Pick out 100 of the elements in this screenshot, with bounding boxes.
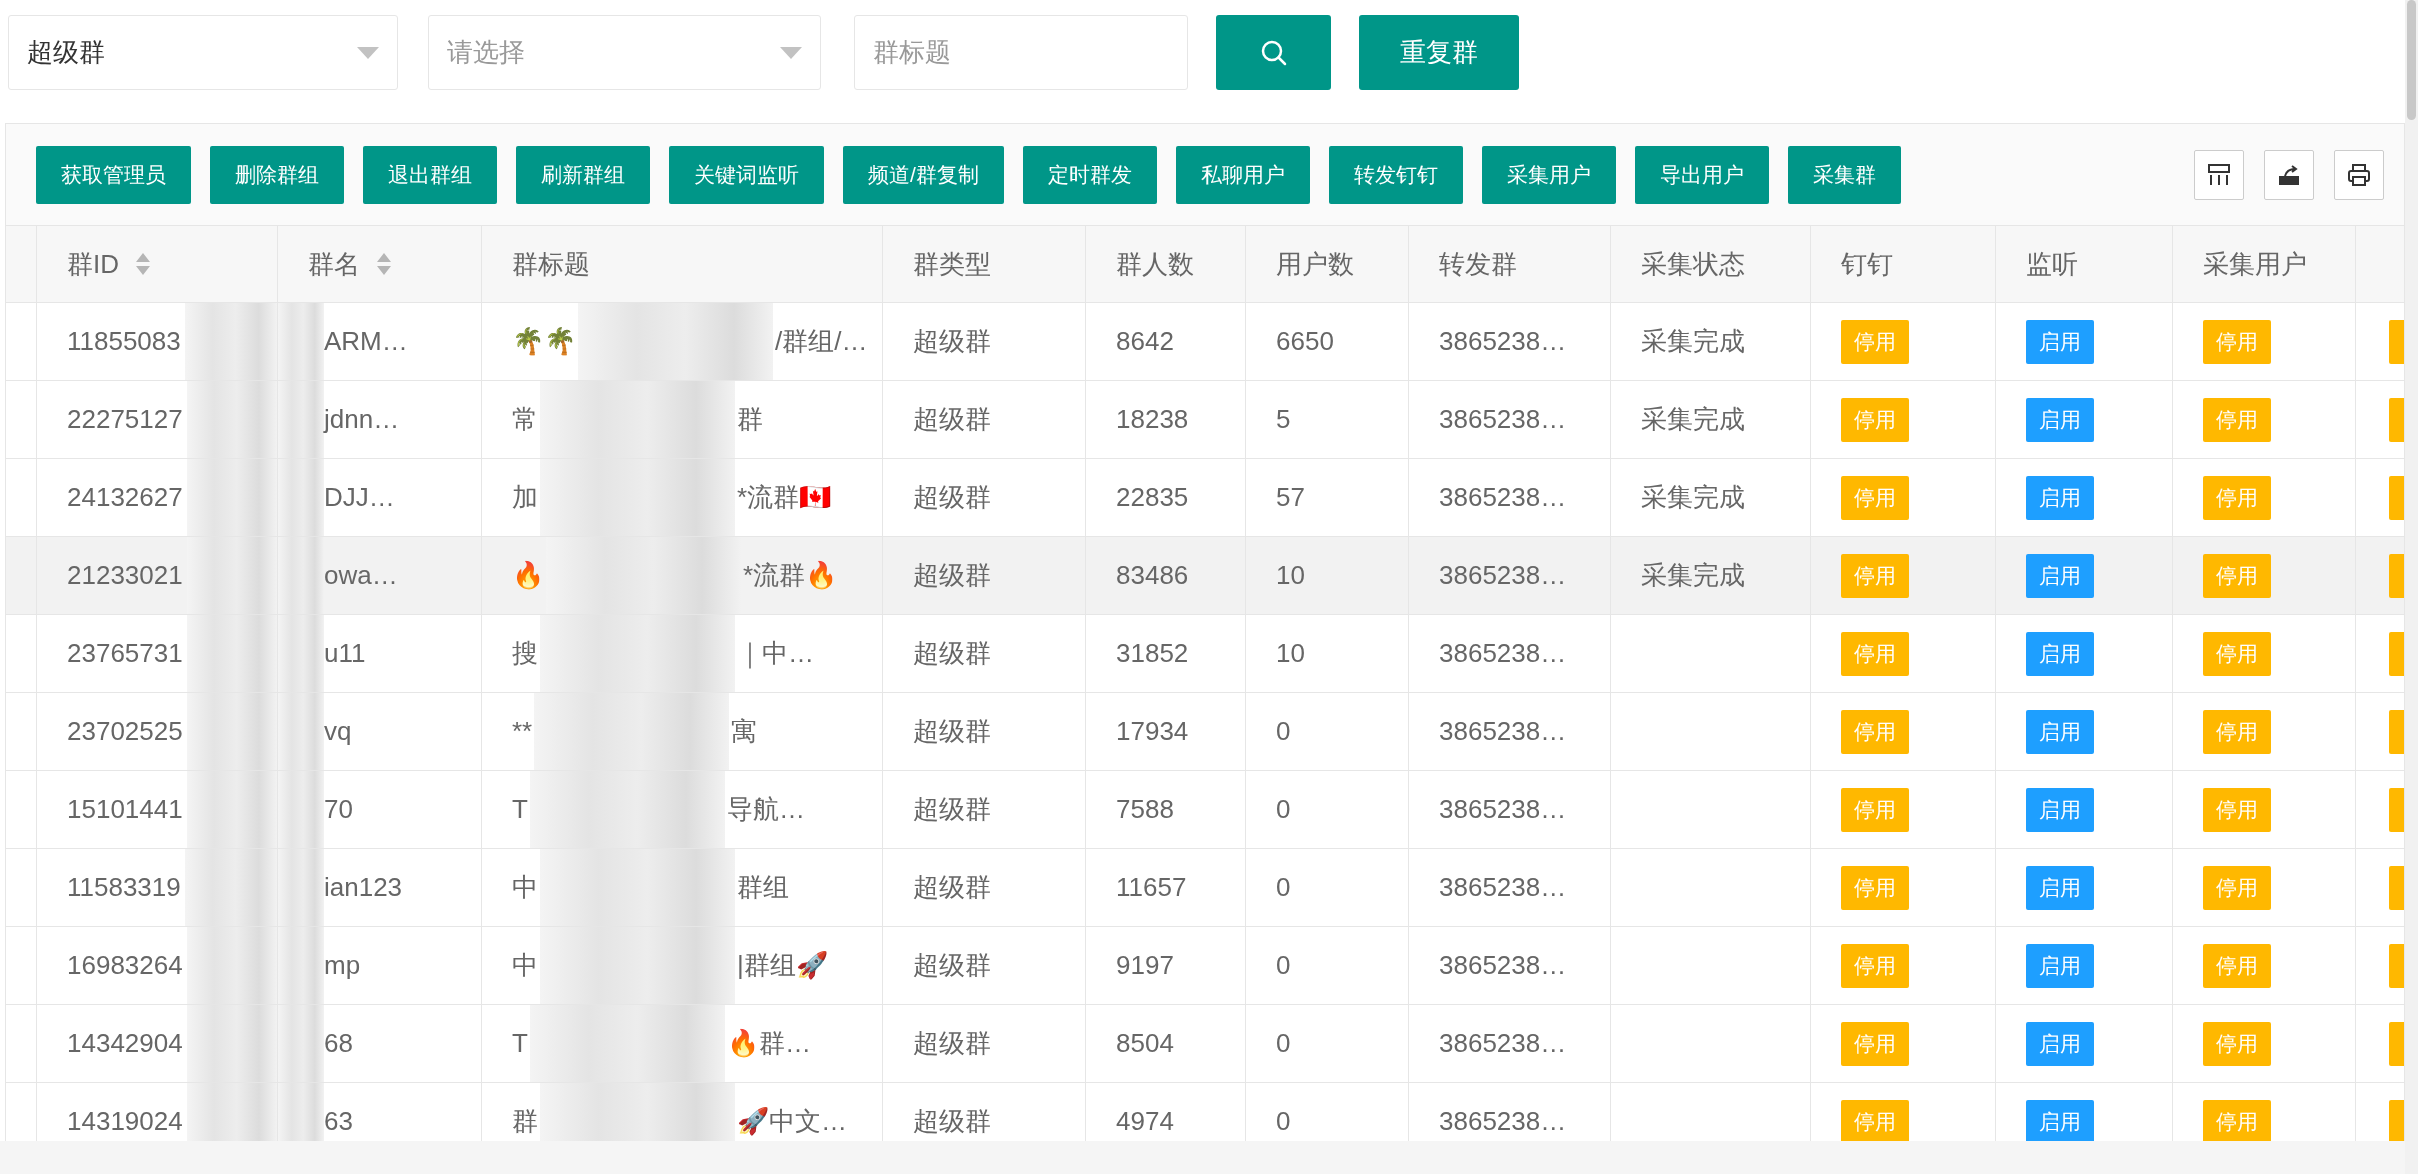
table-cell: 3865238…: [1439, 326, 1567, 357]
status-badge[interactable]: 停用: [1841, 319, 1909, 364]
status-badge[interactable]: 启用: [2026, 943, 2094, 988]
status-badge[interactable]: 停用: [2203, 1021, 2271, 1066]
status-badge[interactable]: 启用: [2026, 475, 2094, 520]
table-cell: 0: [1276, 794, 1291, 825]
duplicate-groups-button[interactable]: 重复群: [1359, 15, 1519, 90]
status-badge[interactable]: 停用: [2203, 865, 2271, 910]
table-cell-text: 超级群: [913, 637, 991, 670]
toolbar-button[interactable]: 频道/群复制: [843, 145, 1004, 204]
status-badge[interactable]: 停用: [1841, 865, 1909, 910]
table-cell: 4974: [1116, 1106, 1174, 1137]
table-row[interactable]: 21233021 owa… 🔥 *流群🔥 超级群 83486 10 3865238… 采集完成 停用 启用 停用: [6, 537, 2404, 615]
status-badge[interactable]: 启用: [2026, 319, 2094, 364]
column-header[interactable]: 群ID: [67, 246, 119, 282]
column-header: 钉钉: [1841, 247, 1893, 281]
toolbar-button[interactable]: 私聊用户: [1175, 145, 1310, 204]
columns-icon: [2206, 161, 2232, 188]
search-button[interactable]: [1216, 15, 1331, 90]
table-row[interactable]: 11855083 ARM… 🌴🌴 /群组/… 超级群 8642 6650 3865238… 采集完成 停用 启用 停用: [6, 303, 2404, 381]
status-badge[interactable]: 停用: [1841, 553, 1909, 598]
dropdown-caret-icon: [780, 46, 802, 59]
status-badge[interactable]: 启用: [2026, 787, 2094, 832]
status-badge[interactable]: 启用: [2026, 865, 2094, 910]
table-cell-text: 常: [512, 403, 538, 436]
status-badge[interactable]: 启用: [2026, 1099, 2094, 1141]
toolbar-button[interactable]: 转发钉钉: [1328, 145, 1463, 204]
dropdown-caret-icon: [357, 46, 379, 59]
table-row[interactable]: 22275127 jdnn… 常 群 超级群 18238 5 3865238… 采集完成 停用 启用 停用: [6, 381, 2404, 459]
table-row[interactable]: 16983264 mp 中 |群组🚀 超级群 9197 0 3865238… 停用 启用 停用: [6, 927, 2404, 1005]
toolbar-button[interactable]: 退出群组: [363, 145, 497, 204]
table-cell: 3865238…: [1439, 872, 1567, 903]
table-cell: 3865238…: [1439, 1106, 1567, 1137]
scrollbar[interactable]: [2405, 0, 2418, 1174]
status-badge[interactable]: 停用: [2203, 553, 2271, 598]
status-badge[interactable]: 停用: [2203, 475, 2271, 520]
table-cell-text: 超级群: [913, 1105, 991, 1138]
table-cell: mp: [324, 950, 361, 981]
status-badge[interactable]: 停用: [2203, 787, 2271, 832]
status-badge[interactable]: 启用: [2026, 709, 2094, 754]
toolbar-button[interactable]: 导出用户: [1634, 145, 1769, 204]
toolbar-button[interactable]: 删除群组: [210, 145, 344, 204]
filter-select[interactable]: 请选择: [428, 15, 821, 90]
table-cell: jdnn…: [324, 404, 400, 435]
table-cell: 15101441: [67, 794, 183, 825]
status-badge[interactable]: 停用: [2203, 943, 2271, 988]
status-badge[interactable]: 停用: [2203, 319, 2271, 364]
column-header[interactable]: 群名: [308, 246, 360, 282]
table-cell: 10: [1276, 560, 1305, 591]
toolbar-button[interactable]: 刷新群组: [516, 145, 650, 204]
status-badge[interactable]: 停用: [1841, 475, 1909, 520]
status-badge[interactable]: 停用: [2203, 1099, 2271, 1141]
status-badge[interactable]: 停用: [1841, 1099, 1909, 1141]
status-badge[interactable]: 停用: [1841, 709, 1909, 754]
toolbar-button[interactable]: 采集群: [1787, 145, 1901, 204]
horizontal-scrollbar[interactable]: [0, 1141, 2405, 1174]
column-header: 采集状态: [1641, 247, 1745, 281]
table-cell: 7588: [1116, 794, 1174, 825]
status-badge[interactable]: 启用: [2026, 397, 2094, 442]
status-badge[interactable]: 停用: [1841, 631, 1909, 676]
status-badge[interactable]: 停用: [1841, 1021, 1909, 1066]
status-badge[interactable]: 停用: [2203, 397, 2271, 442]
table-row[interactable]: 23702525 vq ** 寓 超级群 17934 0 3865238… 停用 启用 停用: [6, 693, 2404, 771]
table-row[interactable]: 15101441 70 T 导航… 超级群 7588 0 3865238… 停用 启用 停用: [6, 771, 2404, 849]
status-badge[interactable]: 停用: [2203, 631, 2271, 676]
status-badge[interactable]: 停用: [1841, 943, 1909, 988]
toolbar-button[interactable]: 获取管理员: [36, 145, 191, 204]
print-button[interactable]: [2334, 149, 2384, 200]
table-cell: T: [512, 1028, 528, 1059]
status-badge[interactable]: 启用: [2026, 553, 2094, 598]
column-header: 群标题: [512, 247, 590, 281]
toolbar-button[interactable]: 定时群发: [1022, 145, 1157, 204]
status-badge[interactable]: 启用: [2026, 1021, 2094, 1066]
table-cell: 23702525: [67, 716, 183, 747]
print-icon: [2346, 161, 2372, 188]
export-button[interactable]: [2264, 149, 2314, 200]
toolbar-button[interactable]: 采集用户: [1481, 145, 1616, 204]
table-row[interactable]: 11583319 ian123 中 群组 超级群 11657 0 3865238… 停用 启用 停用: [6, 849, 2404, 927]
table-cell: 11583319: [67, 872, 181, 903]
table-cell: 18238: [1116, 404, 1189, 435]
table-cell: 68: [324, 1028, 353, 1059]
status-badge[interactable]: 停用: [2203, 709, 2271, 754]
table-cell: 8642: [1116, 326, 1174, 357]
status-badge[interactable]: 启用: [2026, 631, 2094, 676]
table-row[interactable]: 23765731 u11 搜 ｜中… 超级群 31852 10 3865238… 停用 启用 停用: [6, 615, 2404, 693]
table-cell: 3865238…: [1439, 794, 1567, 825]
sort-icon[interactable]: [135, 252, 151, 276]
table-cell: 0: [1276, 950, 1291, 981]
title-search-field[interactable]: 群标题: [854, 15, 1188, 90]
table-cell: 21233021: [67, 560, 183, 591]
toolbar-button[interactable]: 关键词监听: [669, 145, 824, 204]
status-badge[interactable]: 停用: [1841, 397, 1909, 442]
sort-icon[interactable]: [376, 252, 392, 276]
table-cell: 🌴🌴: [512, 326, 576, 357]
status-badge[interactable]: 停用: [1841, 787, 1909, 832]
table-cell-text: 中: [512, 871, 538, 904]
columns-button[interactable]: [2194, 149, 2244, 200]
group-type-select[interactable]: 超级群: [8, 15, 398, 90]
table-row[interactable]: 14342904 68 T 🔥群… 超级群 8504 0 3865238… 停用 启用 停用: [6, 1005, 2404, 1083]
table-row[interactable]: 24132627 DJJ… 加 *流群🇨🇦 超级群 22835 57 3865238… 采集完成 停用 启用 停用: [6, 459, 2404, 537]
